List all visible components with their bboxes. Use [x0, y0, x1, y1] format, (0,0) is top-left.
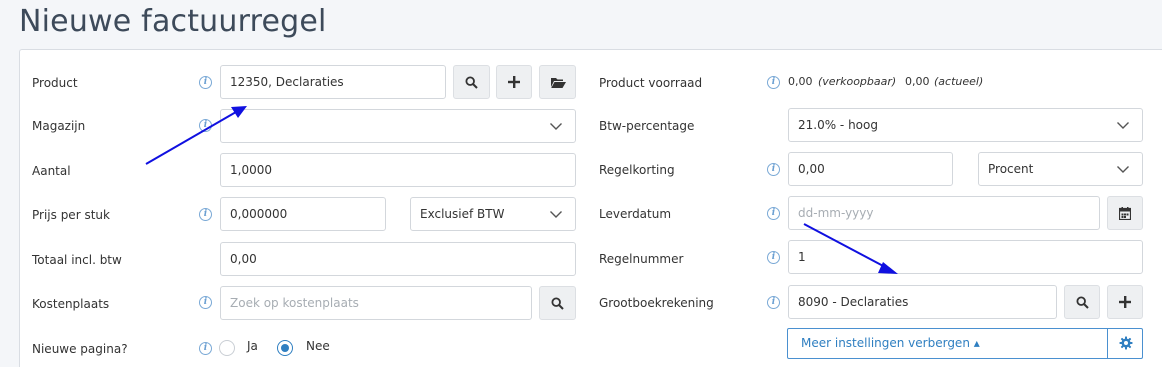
btw-percentage-value: 21.0% - hoog — [798, 118, 878, 132]
leverdatum-input[interactable]: dd-mm-yyyy — [788, 196, 1100, 230]
btw-percentage-label: Btw-percentage — [599, 119, 695, 133]
product-search-button[interactable] — [453, 65, 490, 99]
regelkorting-label: Regelkorting — [599, 163, 675, 177]
aantal-label: Aantal — [32, 164, 71, 178]
voorraad-verkoopbaar-value: 0,00 — [788, 75, 813, 88]
totaal-label: Totaal incl. btw — [32, 253, 122, 267]
kostenplaats-label: Kostenplaats — [32, 297, 110, 311]
product-browse-button[interactable] — [539, 65, 576, 99]
kostenplaats-search-input[interactable]: Zoek op kostenplaats — [220, 286, 532, 320]
prijs-label: Prijs per stuk — [32, 208, 110, 222]
magazijn-label: Magazijn — [32, 119, 86, 133]
product-label: Product — [32, 76, 78, 90]
grootboek-search-button[interactable] — [1064, 285, 1100, 319]
plus-icon — [508, 76, 520, 88]
totaal-input[interactable]: 0,00 — [220, 242, 576, 276]
radio-nee-label: Nee — [306, 339, 330, 353]
search-icon — [465, 75, 478, 89]
info-icon[interactable]: i — [767, 163, 780, 176]
prijs-input[interactable]: 0,000000 — [220, 197, 386, 231]
btw-percentage-select[interactable]: 21.0% - hoog — [788, 108, 1143, 142]
info-icon[interactable]: i — [199, 208, 212, 221]
leverdatum-calendar-button[interactable] — [1107, 196, 1143, 230]
magazijn-select[interactable] — [220, 109, 576, 143]
radio-ja[interactable] — [219, 340, 235, 356]
regelnummer-label: Regelnummer — [599, 252, 684, 266]
folder-open-icon — [550, 77, 566, 88]
voorraad-actueel-label: (actueel) — [934, 75, 984, 88]
info-icon[interactable]: i — [767, 76, 780, 89]
grootboek-label: Grootboekrekening — [599, 296, 714, 310]
info-icon[interactable]: i — [199, 76, 212, 89]
info-icon[interactable]: i — [199, 119, 212, 132]
meer-instellingen-divider — [1107, 329, 1108, 358]
info-icon[interactable]: i — [199, 296, 212, 309]
info-icon[interactable]: i — [767, 251, 780, 264]
voorraad-verkoopbaar-label: (verkoopbaar) — [818, 75, 897, 88]
radio-ja-label: Ja — [247, 339, 258, 353]
calendar-icon — [1119, 206, 1131, 220]
aantal-input[interactable]: 1,0000 — [220, 153, 576, 187]
radio-nee[interactable] — [277, 340, 293, 356]
chevron-down-icon — [1117, 122, 1129, 129]
regelkorting-unit-select[interactable]: Procent — [978, 152, 1143, 186]
kostenplaats-search-button[interactable] — [539, 286, 576, 320]
page-title: Nieuwe factuurregel — [19, 4, 327, 39]
info-icon[interactable]: i — [199, 342, 212, 355]
voorraad-actueel-value: 0,00 — [905, 75, 930, 88]
plus-icon — [1119, 296, 1131, 308]
info-icon[interactable]: i — [767, 296, 780, 309]
voorraad-label: Product voorraad — [599, 76, 703, 90]
gear-icon[interactable] — [1119, 336, 1133, 350]
product-add-button[interactable] — [496, 65, 532, 99]
btw-mode-select[interactable]: Exclusief BTW — [410, 197, 576, 231]
grootboek-input[interactable]: 8090 - Declaraties — [788, 285, 1057, 319]
chevron-down-icon — [1117, 166, 1129, 173]
meer-instellingen-label: Meer instellingen verbergen ▴ — [801, 336, 980, 350]
grootboek-add-button[interactable] — [1107, 285, 1143, 319]
regelkorting-input[interactable]: 0,00 — [788, 152, 953, 186]
chevron-down-icon — [550, 211, 562, 218]
nieuwe-pagina-label: Nieuwe pagina? — [32, 342, 128, 356]
regelnummer-input[interactable]: 1 — [788, 240, 1143, 274]
chevron-down-icon — [550, 123, 562, 130]
search-icon — [551, 296, 564, 310]
regelkorting-unit-value: Procent — [988, 162, 1034, 176]
search-icon — [1075, 295, 1089, 309]
btw-mode-value: Exclusief BTW — [420, 207, 505, 221]
info-icon[interactable]: i — [767, 207, 780, 220]
leverdatum-label: Leverdatum — [599, 207, 672, 221]
meer-instellingen-button[interactable]: Meer instellingen verbergen ▴ — [787, 328, 1143, 359]
product-input[interactable]: 12350, Declaraties — [220, 65, 446, 99]
